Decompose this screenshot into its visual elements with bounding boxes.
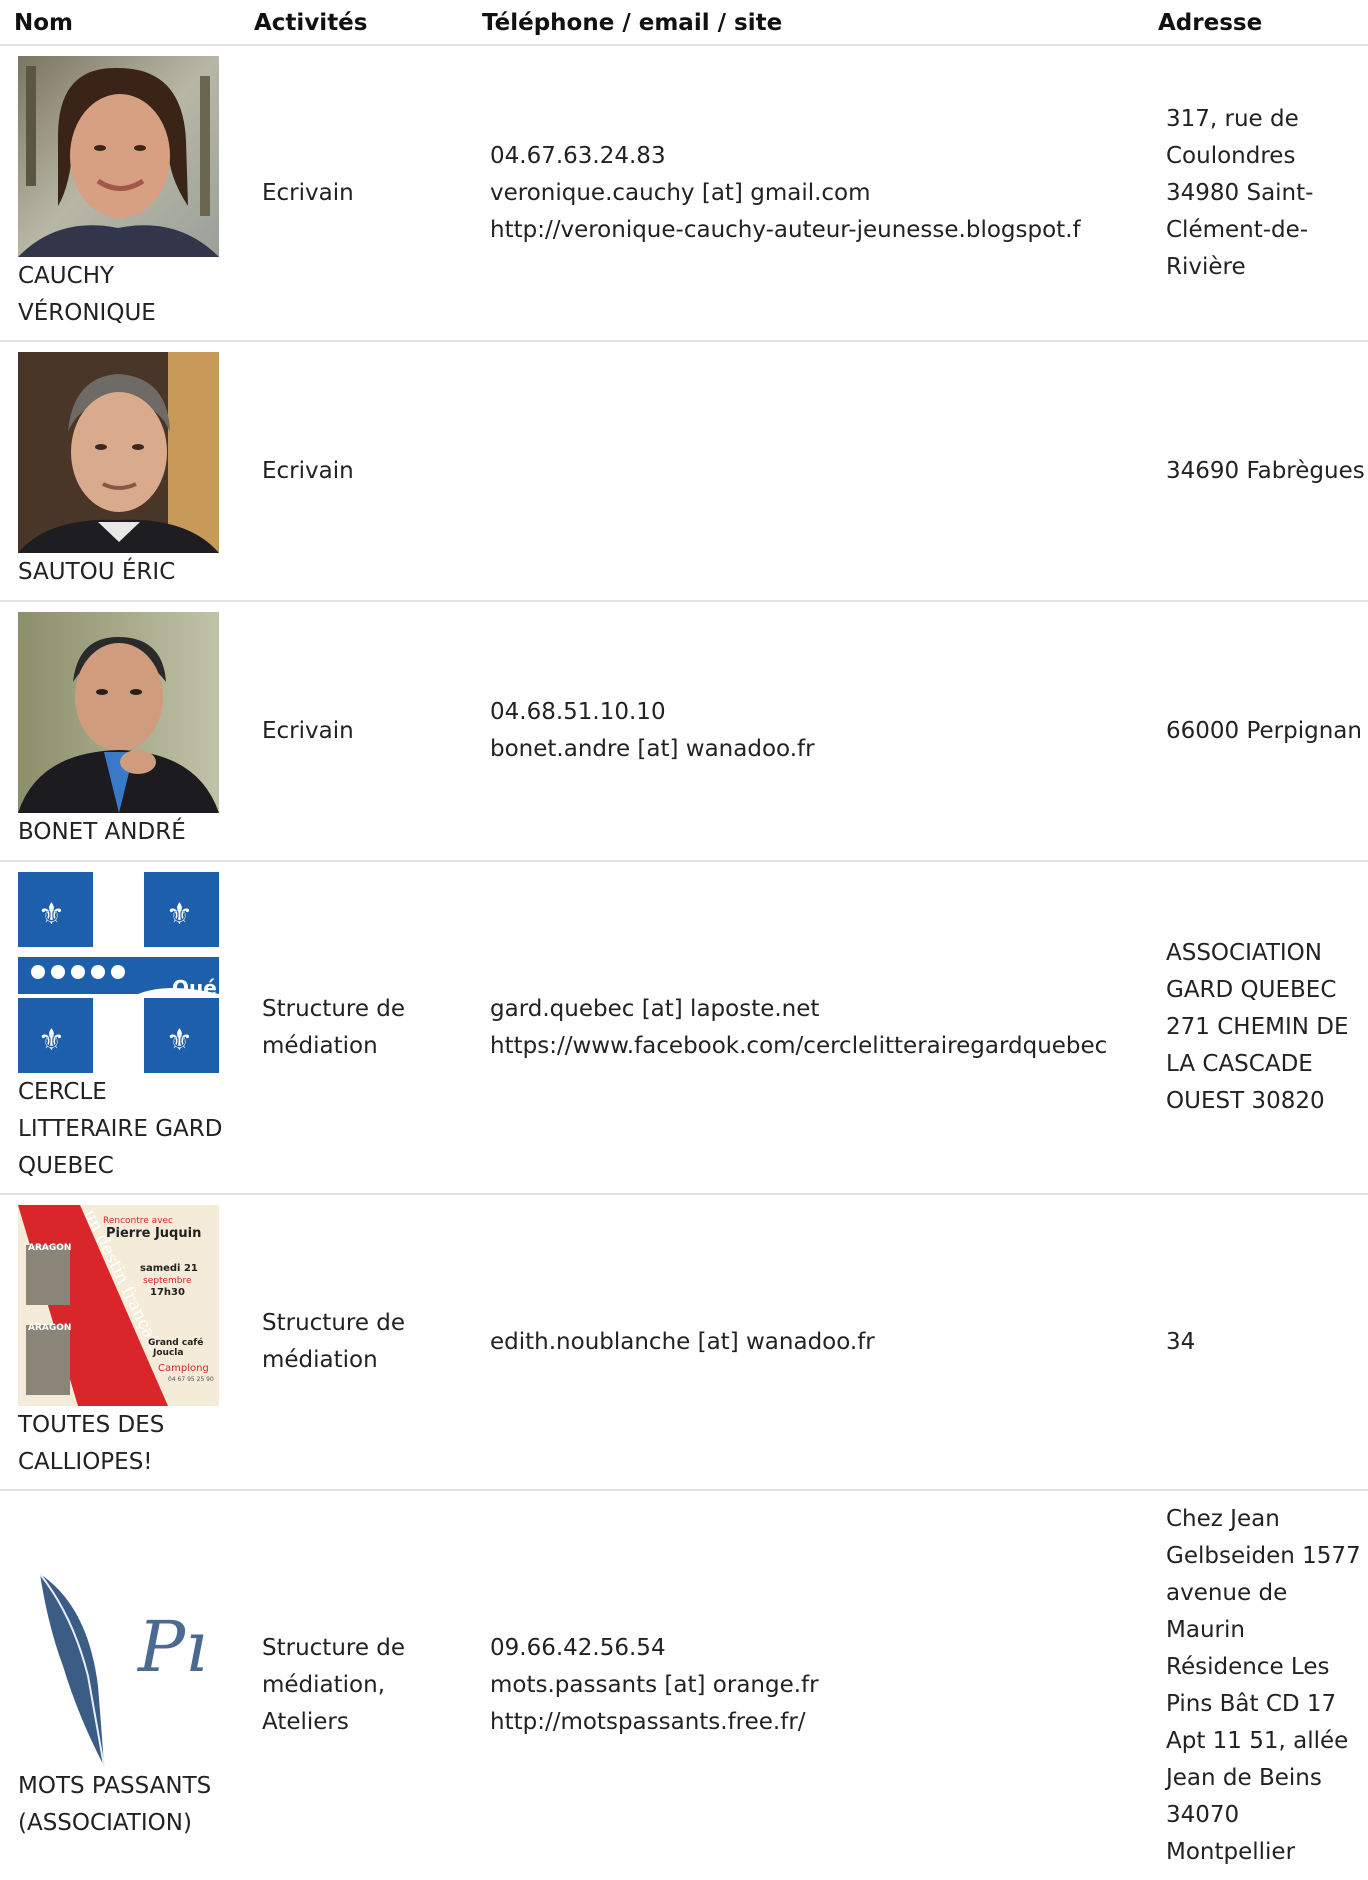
name-cell: BONET ANDRÉ [18, 612, 238, 851]
svg-text:Rencontre avec: Rencontre avec [103, 1216, 173, 1226]
activities-text: Ecrivain [262, 179, 354, 206]
logo-caption: Qué [172, 976, 217, 1000]
author-photo[interactable] [18, 56, 219, 257]
table-row: SAUTOU ÉRIC Ecrivain 34690 Fabrègues [0, 342, 1368, 602]
author-name[interactable]: TOUTES DES CALLIOPES! [18, 1407, 238, 1481]
column-header-activities: Activités [254, 10, 368, 36]
svg-text:Grand café: Grand café [148, 1337, 203, 1348]
name-cell: ARAGON ARAGON un destin français Rencont… [18, 1205, 238, 1481]
email-text: edith.noublanche [at] wanadoo.fr [490, 1328, 875, 1355]
activities-text: Structure de médiation [262, 995, 406, 1059]
svg-text:ARAGON: ARAGON [28, 1323, 71, 1333]
svg-text:samedi 21: samedi 21 [140, 1263, 198, 1274]
column-header-name: Nom [14, 10, 74, 36]
email-text: veronique.cauchy [at] gmail.com [490, 179, 871, 206]
table-row: ARAGON ARAGON un destin français Rencont… [0, 1195, 1368, 1491]
name-cell: ⚜ ⚜ ⚜ ⚜ Qué CERCLE LITTERAIRE GARD QUEBEC [18, 872, 238, 1185]
author-name[interactable]: MOTS PASSANTS (ASSOCIATION) [18, 1768, 238, 1842]
column-header-contact: Téléphone / email / site [482, 10, 783, 36]
email-text: gard.quebec [at] laposte.net [490, 995, 820, 1022]
email-text: mots.passants [at] orange.fr [490, 1672, 819, 1698]
column-header-address: Adresse [1158, 10, 1263, 36]
activities-text: Ecrivain [262, 717, 354, 744]
name-cell: SAUTOU ÉRIC [18, 352, 238, 591]
name-cell: CAUCHY VÉRONIQUE [18, 56, 238, 332]
svg-text:04 67 95 25 90: 04 67 95 25 90 [168, 1376, 214, 1383]
svg-text:17h30: 17h30 [150, 1287, 185, 1298]
svg-text:Pierre Juquin: Pierre Juquin [106, 1226, 201, 1241]
event-poster[interactable]: ARAGON ARAGON un destin français Rencont… [18, 1205, 219, 1406]
address-text: Chez Jean Gelbseiden 1577 avenue de Maur… [1166, 1505, 1361, 1865]
activities-text: Structure de médiation [262, 1310, 406, 1373]
contact-block: 09.66.42.56.54 mots.passants [at] orange… [490, 1630, 819, 1741]
svg-text:ARAGON: ARAGON [28, 1243, 71, 1253]
svg-text:⚜: ⚜ [38, 1023, 65, 1058]
phone-text: 04.67.63.24.83 [490, 142, 666, 169]
author-directory: Nom Activités Téléphone / email / site A… [0, 0, 1368, 1880]
table-row: ⚜ ⚜ ⚜ ⚜ Qué CERCLE LITTERAIRE GARD QUEBEC … [0, 862, 1368, 1195]
contact-block: gard.quebec [at] laposte.net https://www… [490, 991, 1107, 1065]
activities-text: Ecrivain [262, 457, 354, 484]
svg-text:septembre: septembre [143, 1276, 192, 1286]
author-name[interactable]: CERCLE LITTERAIRE GARD QUEBEC [18, 1074, 238, 1185]
address-text: 66000 Perpignan [1166, 717, 1362, 744]
contact-block: 04.67.63.24.83 veronique.cauchy [at] gma… [490, 138, 1081, 249]
author-photo[interactable] [18, 352, 219, 553]
email-text: bonet.andre [at] wanadoo.fr [490, 736, 815, 762]
address-text: ASSOCIATION GARD QUEBEC 271 CHEMIN DE LA… [1166, 940, 1349, 1114]
svg-text:⚜: ⚜ [38, 897, 65, 932]
author-name[interactable]: CAUCHY VÉRONIQUE [18, 258, 238, 332]
address-text: 34690 Fabrègues [1166, 457, 1365, 484]
svg-text:⚜: ⚜ [166, 897, 193, 932]
quebec-flag-logo[interactable]: ⚜ ⚜ ⚜ ⚜ Qué [18, 872, 219, 1073]
activities-text: Structure de médiation, Ateliers [262, 1635, 406, 1735]
svg-text:Joucla: Joucla [152, 1348, 183, 1358]
website-link[interactable]: http://veronique-cauchy-auteur-jeunesse.… [490, 212, 1081, 249]
phone-text: 04.68.51.10.10 [490, 699, 666, 725]
contact-block: 04.68.51.10.10 bonet.andre [at] wanadoo.… [490, 694, 815, 768]
website-link[interactable]: http://motspassants.free.fr/ [490, 1704, 819, 1741]
author-photo[interactable] [18, 612, 219, 813]
table-row: CAUCHY VÉRONIQUE Ecrivain 04.67.63.24.83… [0, 46, 1368, 342]
table-header: Nom Activités Téléphone / email / site A… [0, 0, 1368, 46]
table-row: Pı MOTS PASSANTS (ASSOCIATION) Structure… [0, 1491, 1368, 1880]
author-name[interactable]: BONET ANDRÉ [18, 814, 238, 851]
website-link[interactable]: https://www.facebook.com/cerclelitterair… [490, 1028, 1107, 1065]
logo-letter: Pı [136, 1606, 208, 1688]
author-name[interactable]: SAUTOU ÉRIC [18, 554, 238, 591]
name-cell: Pı MOTS PASSANTS (ASSOCIATION) [18, 1566, 238, 1842]
address-text: 34 [1166, 1328, 1196, 1355]
svg-text:Camplong: Camplong [158, 1363, 209, 1374]
svg-text:⚜: ⚜ [166, 1023, 193, 1058]
association-logo[interactable]: Pı [18, 1566, 219, 1767]
phone-text: 09.66.42.56.54 [490, 1635, 666, 1661]
address-text: 317, rue de Coulondres 34980 Saint-Cléme… [1166, 105, 1314, 280]
table-row: BONET ANDRÉ Ecrivain 04.68.51.10.10 bone… [0, 602, 1368, 862]
